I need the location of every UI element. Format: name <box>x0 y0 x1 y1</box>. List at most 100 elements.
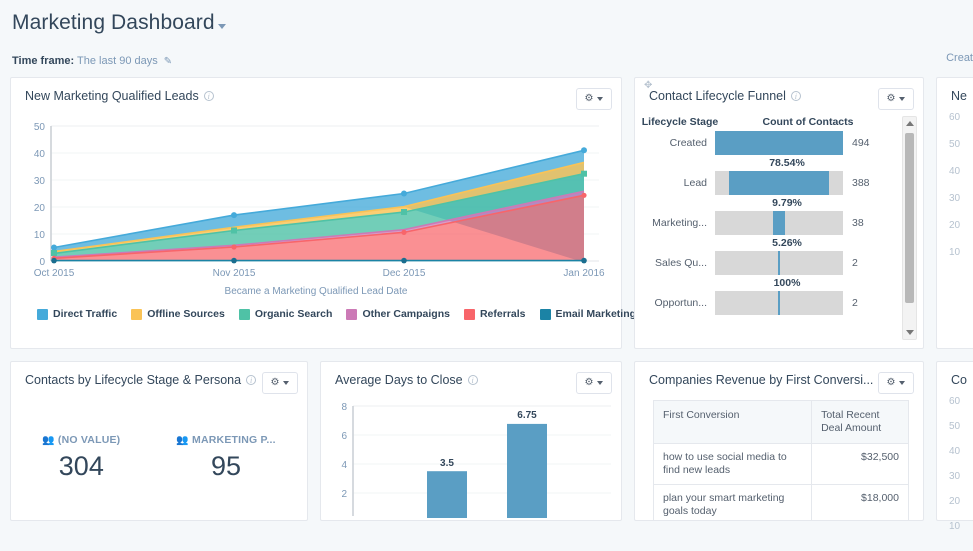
legend-item-direct-traffic[interactable]: Direct Traffic <box>37 308 117 320</box>
card-settings-button-avg-days[interactable]: ⚙ <box>576 372 612 394</box>
funnel-stage-label: Opportun... <box>654 297 707 309</box>
info-icon[interactable]: i <box>203 91 214 101</box>
gear-icon: ⚙ <box>584 93 594 104</box>
funnel-count: 2 <box>852 297 858 309</box>
info-icon[interactable]: i <box>790 91 801 101</box>
stat-value: 95 <box>211 451 242 481</box>
svg-text:0: 0 <box>39 257 45 268</box>
info-icon[interactable]: i <box>246 375 257 385</box>
legend-item-referrals[interactable]: Referrals <box>463 308 526 320</box>
card-contact-lifecycle-funnel: ✥ Contact Lifecycle Funnel i ⚙ Lifecycle … <box>634 77 924 349</box>
svg-text:3.5: 3.5 <box>440 458 454 469</box>
funnel-stage-label: Created <box>669 137 707 149</box>
card-title-partial-bottom: Co <box>951 373 967 387</box>
funnel-row[interactable]: Created 494 <box>641 131 897 155</box>
create-button[interactable]: Creat <box>942 52 973 64</box>
chevron-down-icon <box>899 381 906 385</box>
svg-text:Oct 2015: Oct 2015 <box>34 268 75 279</box>
stat-group: 👥 (NO VALUE) 304 👥 MARKETING P... 95 <box>11 396 307 482</box>
timeframe: Time frame: The last 90 days ✎ <box>12 54 973 69</box>
legend-item-offline-sources[interactable]: Offline Sources <box>131 308 225 320</box>
cell-deal-amount: $32,500 <box>811 443 909 485</box>
card-title-mql: New Marketing Qualified Leads <box>25 89 199 103</box>
svg-text:Dec 2015: Dec 2015 <box>383 268 426 279</box>
timeframe-label: Time frame: <box>12 55 75 67</box>
svg-text:8: 8 <box>341 402 347 413</box>
card-title-persona: Contacts by Lifecycle Stage & Persona <box>25 373 242 387</box>
scroll-up-icon[interactable] <box>903 117 916 130</box>
funnel-row[interactable]: Sales Qu... 2 <box>641 251 897 275</box>
companies-table-wrap: First Conversion Total Recent Deal Amoun… <box>635 396 923 520</box>
timeframe-value[interactable]: The last 90 days <box>77 55 158 67</box>
partial-axis-ticks-top: 60 50 40 30 20 10 <box>949 112 961 258</box>
legend-item-other-campaigns[interactable]: Other Campaigns <box>346 308 450 320</box>
stat-value: 304 <box>58 451 104 481</box>
card-settings-button-funnel[interactable]: ⚙ <box>878 88 914 110</box>
card-settings-button-mql[interactable]: ⚙ <box>576 88 612 110</box>
bar-2[interactable] <box>507 423 547 518</box>
gear-icon: ⚙ <box>584 377 594 388</box>
card-settings-button-persona[interactable]: ⚙ <box>262 372 298 394</box>
card-title-funnel: Contact Lifecycle Funnel <box>649 89 786 103</box>
stat-label: MARKETING P... <box>192 434 276 446</box>
partial-axis-ticks-bottom: 60 50 40 30 20 10 <box>949 396 961 532</box>
pencil-icon[interactable]: ✎ <box>164 55 172 69</box>
bar-1[interactable] <box>427 471 467 518</box>
svg-text:Nov 2015: Nov 2015 <box>213 268 256 279</box>
funnel-bar <box>715 131 843 155</box>
gear-icon: ⚙ <box>886 377 896 388</box>
legend-item-email-marketing[interactable]: Email Marketing <box>539 308 636 320</box>
funnel-count: 388 <box>852 177 870 189</box>
card-partial-top-right: Ne 60 50 40 30 20 10 <box>936 77 973 349</box>
scroll-down-icon[interactable] <box>903 326 916 339</box>
table-row[interactable]: plan your smart marketing goals today $1… <box>652 484 909 520</box>
page-title[interactable]: Marketing Dashboard <box>12 10 215 36</box>
funnel-row[interactable]: Opportun... 2 <box>641 291 897 315</box>
svg-text:6.75: 6.75 <box>517 410 537 421</box>
funnel-track <box>715 171 843 195</box>
funnel-stage-label: Marketing... <box>652 217 707 229</box>
gear-icon: ⚙ <box>886 93 896 104</box>
funnel-bar <box>729 171 829 195</box>
funnel-col-count: Count of Contacts <box>762 116 854 128</box>
card-settings-button-companies[interactable]: ⚙ <box>878 372 914 394</box>
card-partial-bottom-right: Co 60 50 40 30 20 10 <box>936 361 973 532</box>
svg-text:Jan 2016: Jan 2016 <box>563 268 605 279</box>
legend-item-organic-search[interactable]: Organic Search <box>238 308 332 320</box>
funnel-col-stage: Lifecycle Stage <box>641 116 719 128</box>
people-icon: 👥 <box>42 435 55 446</box>
legend-swatch <box>37 308 48 320</box>
dashboard-board: New Marketing Qualified Leads i ⚙ 50 40 … <box>0 69 973 532</box>
chart-legend-mql: Direct Traffic Offline Sources Organic S… <box>11 304 636 320</box>
funnel-bar <box>777 291 781 315</box>
funnel-scrollbar[interactable] <box>902 116 917 340</box>
funnel-conversion-rate: 5.26% <box>772 237 802 249</box>
legend-swatch <box>463 308 475 320</box>
card-average-days-to-close: Average Days to Close i ⚙ 8 6 4 2 3.5 6.… <box>320 361 622 521</box>
table-row[interactable]: how to use social media to find new lead… <box>652 443 909 485</box>
scrollbar-thumb[interactable] <box>905 133 914 303</box>
column-header-first-conversion[interactable]: First Conversion <box>652 400 813 444</box>
dashboard-row-2: Contacts by Lifecycle Stage & Persona i ⚙… <box>10 361 973 532</box>
drag-handle-icon[interactable]: ✥ <box>644 81 653 91</box>
funnel-count: 38 <box>852 217 864 229</box>
companies-table: First Conversion Total Recent Deal Amoun… <box>652 400 909 520</box>
card-title-companies: Companies Revenue by First Conversi... <box>649 373 874 387</box>
page-header: Marketing Dashboard Time frame: The last… <box>0 0 973 69</box>
svg-text:50: 50 <box>34 122 46 133</box>
bar-chart-avg-days: 8 6 4 2 3.5 6.75 <box>341 402 611 518</box>
info-icon[interactable]: i <box>467 375 478 385</box>
chevron-down-icon[interactable] <box>217 24 226 30</box>
stat-item[interactable]: 👥 MARKETING P... 95 <box>176 434 275 482</box>
funnel-row[interactable]: Lead 388 <box>641 171 897 195</box>
card-contacts-by-lifecycle-persona: Contacts by Lifecycle Stage & Persona i ⚙… <box>10 361 308 521</box>
stat-item[interactable]: 👥 (NO VALUE) 304 <box>42 434 120 482</box>
funnel-track <box>715 291 843 315</box>
funnel-count: 494 <box>852 137 870 149</box>
card-new-marketing-qualified-leads: New Marketing Qualified Leads i ⚙ 50 40 … <box>10 77 636 349</box>
funnel-row[interactable]: Marketing... 38 <box>641 211 897 235</box>
column-header-total-deal-amount[interactable]: Total Recent Deal Amount <box>811 400 909 444</box>
svg-text:40: 40 <box>34 149 46 160</box>
gear-icon: ⚙ <box>270 377 280 388</box>
funnel-conversion-rate: 9.79% <box>772 197 802 209</box>
